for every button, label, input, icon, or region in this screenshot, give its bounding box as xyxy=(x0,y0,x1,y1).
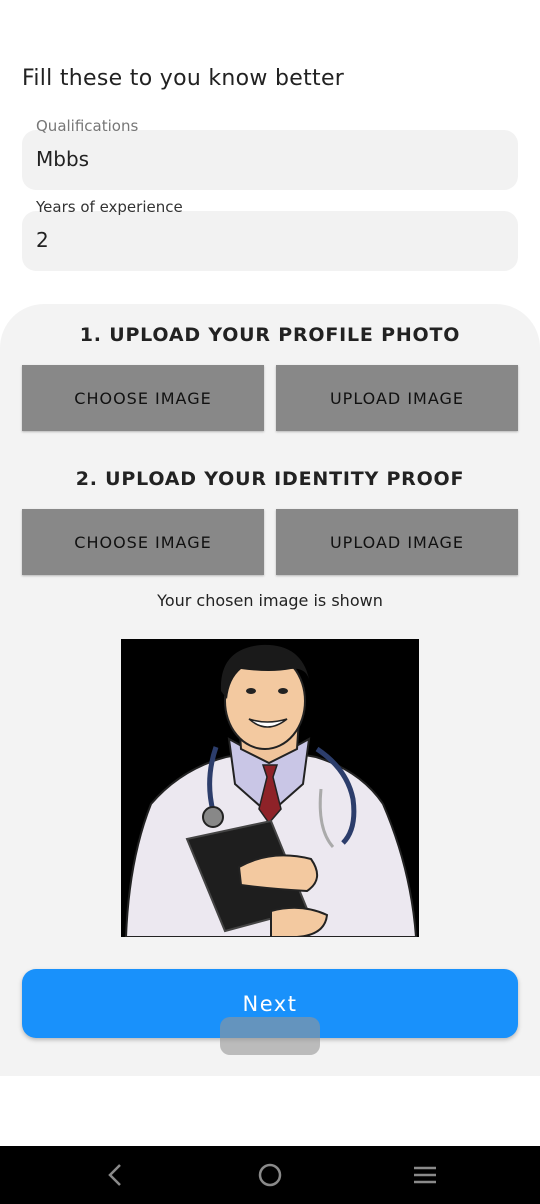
experience-field[interactable] xyxy=(22,211,518,271)
qualifications-field[interactable] xyxy=(22,130,518,190)
qualifications-label: Qualifications xyxy=(36,117,139,135)
choose-profile-image-button[interactable]: CHOOSE IMAGE xyxy=(22,365,264,431)
home-icon[interactable] xyxy=(257,1162,283,1192)
experience-value[interactable]: 2 xyxy=(36,228,49,252)
profile-photo-title: 1. UPLOAD YOUR PROFILE PHOTO xyxy=(79,324,461,346)
menu-icon[interactable] xyxy=(412,1162,438,1192)
qualifications-value[interactable]: Mbbs xyxy=(36,147,89,171)
experience-label: Years of experience xyxy=(36,198,183,216)
chosen-image-caption: Your chosen image is shown xyxy=(157,591,383,610)
doctor-illustration xyxy=(121,639,419,938)
chosen-image-preview xyxy=(121,639,419,938)
upload-profile-image-button[interactable]: UPLOAD IMAGE xyxy=(276,365,518,431)
upload-identity-image-button[interactable]: UPLOAD IMAGE xyxy=(276,509,518,575)
identity-proof-title: 2. UPLOAD YOUR IDENTITY PROOF xyxy=(75,468,465,490)
system-navigation-bar xyxy=(0,1146,540,1204)
back-icon[interactable] xyxy=(103,1162,127,1192)
page-heading: Fill these to you know better xyxy=(22,66,345,91)
choose-identity-image-button[interactable]: CHOOSE IMAGE xyxy=(22,509,264,575)
overlay-pill xyxy=(220,1017,320,1055)
